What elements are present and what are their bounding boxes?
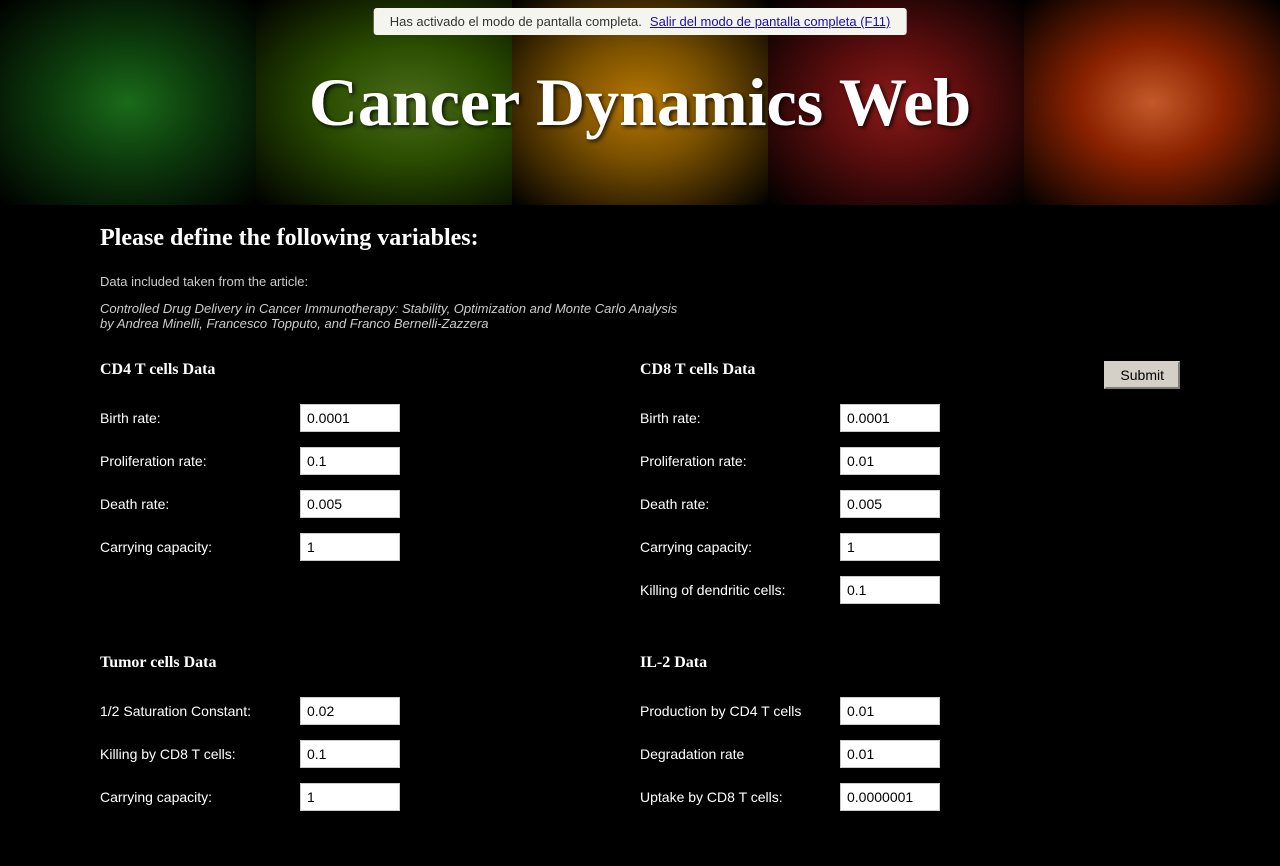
cd4-death-field: Death rate: [100, 490, 640, 518]
article-title: Controlled Drug Delivery in Cancer Immun… [100, 301, 1180, 316]
submit-button[interactable]: Submit [1104, 361, 1180, 389]
tumor-saturation-field: 1/2 Saturation Constant: [100, 697, 640, 725]
article-authors: by Andrea Minelli, Francesco Topputo, an… [100, 316, 1180, 331]
article-intro: Data included taken from the article: [100, 272, 1180, 293]
cd8-carrying-input[interactable] [840, 533, 940, 561]
tumor-saturation-input[interactable] [300, 697, 400, 725]
cd8-block: CD8 T cells Data Birth rate: Proliferati… [640, 361, 1180, 604]
tumor-saturation-label: 1/2 Saturation Constant: [100, 703, 300, 719]
tumor-carrying-label: Carrying capacity: [100, 789, 300, 805]
cd8-proliferation-input[interactable] [840, 447, 940, 475]
tumor-carrying-field: Carrying capacity: [100, 783, 640, 811]
cd8-proliferation-field: Proliferation rate: [640, 447, 1180, 475]
cd8-death-field: Death rate: [640, 490, 1180, 518]
il2-degradation-label: Degradation rate [640, 746, 840, 762]
top-form-layout: CD4 T cells Data Birth rate: Proliferati… [100, 361, 1180, 644]
cd4-section: CD4 T cells Data Birth rate: Proliferati… [100, 361, 640, 644]
cd8-killing-dendritic-field: Killing of dendritic cells: [640, 576, 1180, 604]
cd4-carrying-label: Carrying capacity: [100, 539, 300, 555]
notification-text: Has activado el modo de pantalla complet… [390, 14, 642, 29]
il2-uptake-label: Uptake by CD8 T cells: [640, 789, 840, 805]
cd8-killing-dendritic-label: Killing of dendritic cells: [640, 582, 840, 598]
il2-degradation-field: Degradation rate [640, 740, 1180, 768]
il2-production-field: Production by CD4 T cells [640, 697, 1180, 725]
cd8-killing-dendritic-input[interactable] [840, 576, 940, 604]
cd4-birth-rate-field: Birth rate: [100, 404, 640, 432]
tumor-killing-input[interactable] [300, 740, 400, 768]
cd4-proliferation-field: Proliferation rate: [100, 447, 640, 475]
il2-production-label: Production by CD4 T cells [640, 703, 840, 719]
cd4-block: CD4 T cells Data Birth rate: Proliferati… [100, 361, 640, 561]
main-content: Please define the following variables: D… [0, 205, 1280, 866]
cd4-birth-rate-input[interactable] [300, 404, 400, 432]
cd4-death-label: Death rate: [100, 496, 300, 512]
header-banner: Has activado el modo de pantalla complet… [0, 0, 1280, 205]
banner-image-1 [0, 0, 256, 205]
fullscreen-notification: Has activado el modo de pantalla complet… [374, 8, 907, 35]
il2-degradation-input[interactable] [840, 740, 940, 768]
cd8-section: CD8 T cells Data Birth rate: Proliferati… [640, 361, 1180, 644]
il2-production-input[interactable] [840, 697, 940, 725]
tumor-carrying-input[interactable] [300, 783, 400, 811]
tumor-killing-field: Killing by CD8 T cells: [100, 740, 640, 768]
cd8-birth-rate-input[interactable] [840, 404, 940, 432]
cd8-proliferation-label: Proliferation rate: [640, 453, 840, 469]
cd8-carrying-label: Carrying capacity: [640, 539, 840, 555]
exit-fullscreen-link[interactable]: Salir del modo de pantalla completa (F11… [650, 14, 890, 29]
cd8-birth-rate-field: Birth rate: [640, 404, 1180, 432]
site-title: Cancer Dynamics Web [309, 63, 971, 142]
cd4-carrying-field: Carrying capacity: [100, 533, 640, 561]
cd4-proliferation-label: Proliferation rate: [100, 453, 300, 469]
submit-area: Submit [1104, 361, 1180, 389]
cd4-birth-rate-label: Birth rate: [100, 410, 300, 426]
il2-uptake-input[interactable] [840, 783, 940, 811]
cd8-birth-rate-label: Birth rate: [640, 410, 840, 426]
cd4-carrying-input[interactable] [300, 533, 400, 561]
cd4-death-input[interactable] [300, 490, 400, 518]
cd8-death-input[interactable] [840, 490, 940, 518]
cd4-proliferation-input[interactable] [300, 447, 400, 475]
il2-uptake-field: Uptake by CD8 T cells: [640, 783, 1180, 811]
page-title: Please define the following variables: [100, 225, 1180, 252]
cd8-section-title: CD8 T cells Data [640, 361, 1180, 379]
cd4-section-title: CD4 T cells Data [100, 361, 640, 379]
tumor-killing-label: Killing by CD8 T cells: [100, 746, 300, 762]
il2-section-title: IL-2 Data [640, 654, 1180, 672]
cd8-carrying-field: Carrying capacity: [640, 533, 1180, 561]
tumor-section-title: Tumor cells Data [100, 654, 640, 672]
cd8-death-label: Death rate: [640, 496, 840, 512]
banner-image-5 [1024, 0, 1280, 205]
